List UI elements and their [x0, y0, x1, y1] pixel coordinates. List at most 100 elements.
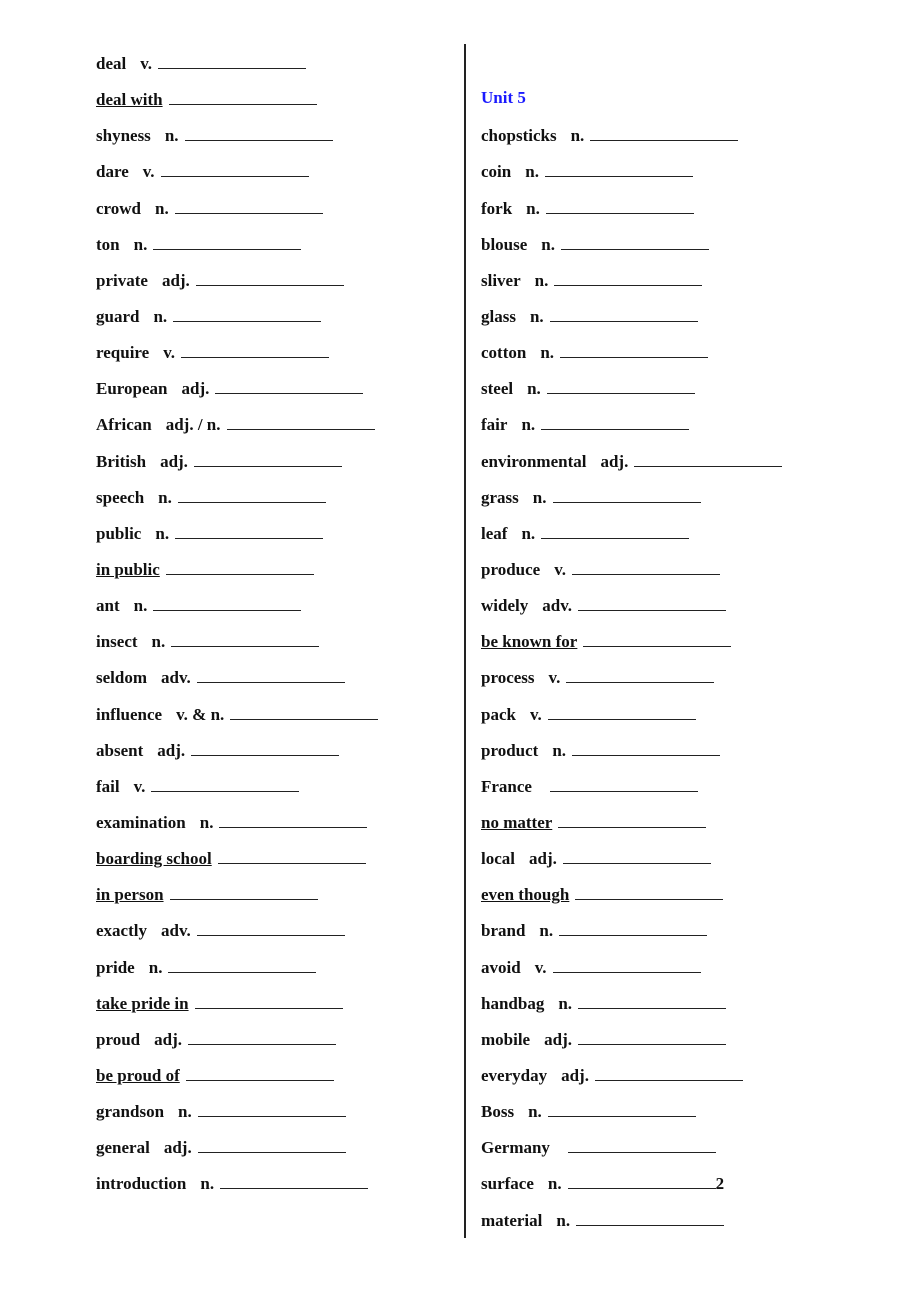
answer-blank[interactable]	[578, 992, 727, 1009]
answer-blank[interactable]	[566, 666, 715, 684]
answer-blank[interactable]	[545, 197, 694, 214]
part-of-speech: adv.	[161, 668, 191, 688]
answer-blank[interactable]	[151, 775, 300, 792]
answer-blank[interactable]	[181, 341, 330, 359]
vocab-item: require v.	[96, 341, 378, 377]
answer-blank[interactable]	[549, 305, 698, 322]
answer-blank[interactable]	[187, 1028, 336, 1045]
answer-blank[interactable]	[153, 233, 302, 250]
vocab-item: in person	[96, 883, 378, 919]
vocab-item: environmental adj.	[481, 450, 783, 486]
part-of-speech: v.	[548, 668, 561, 688]
answer-blank[interactable]	[230, 703, 379, 720]
part-of-speech: n.	[133, 596, 148, 616]
answer-blank[interactable]	[541, 522, 690, 539]
vocab-word: leaf	[481, 523, 508, 543]
answer-blank[interactable]	[158, 52, 307, 69]
part-of-speech: n.	[547, 1174, 562, 1194]
vocab-item: no matter	[481, 811, 782, 847]
vocab-word: glass	[481, 306, 516, 326]
vocab-item: produce v.	[481, 558, 782, 594]
answer-blank[interactable]	[194, 992, 343, 1009]
vocab-word: insect	[96, 632, 138, 652]
part-of-speech: adj.	[160, 451, 188, 471]
answer-blank[interactable]	[549, 775, 698, 792]
answer-blank[interactable]	[562, 847, 711, 865]
answer-blank[interactable]	[169, 883, 318, 901]
vocab-word: everyday	[481, 1065, 548, 1085]
answer-blank[interactable]	[219, 811, 368, 828]
answer-blank[interactable]	[191, 739, 340, 756]
vocab-item: chopsticks n.	[481, 124, 782, 160]
part-of-speech: n.	[199, 812, 214, 832]
vocab-word: local	[481, 849, 515, 869]
answer-blank[interactable]	[217, 847, 366, 865]
part-of-speech: adj.	[154, 1029, 182, 1049]
answer-blank[interactable]	[215, 377, 364, 395]
vocab-word: ton	[96, 234, 120, 254]
answer-blank[interactable]	[196, 919, 345, 937]
vocab-word: cotton	[481, 343, 527, 363]
answer-blank[interactable]	[153, 594, 302, 612]
answer-blank[interactable]	[552, 486, 701, 503]
answer-blank[interactable]	[560, 341, 709, 359]
part-of-speech: adv.	[160, 921, 191, 941]
vocab-item: mobile adj.	[481, 1028, 782, 1064]
vocab-item: introduction n.	[96, 1172, 378, 1208]
answer-blank[interactable]	[558, 811, 707, 828]
answer-blank[interactable]	[567, 1172, 716, 1190]
answer-blank[interactable]	[572, 739, 721, 756]
part-of-speech: n.	[529, 306, 544, 326]
answer-blank[interactable]	[552, 956, 701, 973]
answer-blank[interactable]	[185, 1064, 334, 1081]
part-of-speech: n.	[541, 234, 556, 254]
vocab-item: fair n.	[481, 413, 782, 449]
answer-blank[interactable]	[197, 1100, 346, 1118]
answer-blank[interactable]	[160, 160, 309, 178]
answer-blank[interactable]	[175, 522, 324, 539]
answer-blank[interactable]	[544, 160, 693, 178]
answer-blank[interactable]	[546, 377, 695, 395]
answer-blank[interactable]	[547, 703, 696, 720]
answer-blank[interactable]	[173, 305, 322, 322]
vocab-item: pride n.	[96, 956, 378, 992]
answer-blank[interactable]	[575, 883, 724, 901]
vocab-word: general	[96, 1138, 150, 1158]
answer-blank[interactable]	[168, 88, 317, 106]
answer-blank[interactable]	[177, 486, 326, 503]
answer-blank[interactable]	[590, 124, 739, 142]
vocab-word: ant	[96, 596, 120, 616]
answer-blank[interactable]	[184, 124, 333, 142]
answer-blank[interactable]	[541, 413, 690, 431]
answer-blank[interactable]	[168, 956, 317, 973]
part-of-speech: adj.	[561, 1065, 589, 1085]
answer-blank[interactable]	[576, 1209, 725, 1226]
vocab-item: even though	[481, 883, 782, 919]
answer-blank[interactable]	[547, 1100, 696, 1118]
answer-blank[interactable]	[583, 630, 732, 648]
part-of-speech: n.	[570, 126, 585, 146]
answer-blank[interactable]	[226, 413, 375, 431]
answer-blank[interactable]	[594, 1064, 743, 1081]
answer-blank[interactable]	[578, 594, 727, 612]
answer-blank[interactable]	[196, 666, 345, 684]
answer-blank[interactable]	[193, 450, 342, 467]
answer-blank[interactable]	[195, 269, 344, 286]
answer-blank[interactable]	[171, 630, 320, 648]
vocab-item: widely adv.	[481, 594, 782, 630]
column-divider	[464, 44, 466, 1238]
answer-blank[interactable]	[220, 1172, 369, 1190]
answer-blank[interactable]	[165, 558, 314, 575]
answer-blank[interactable]	[577, 1028, 726, 1045]
answer-blank[interactable]	[567, 1136, 716, 1154]
answer-blank[interactable]	[561, 233, 710, 250]
vocab-word: fork	[481, 198, 513, 218]
part-of-speech: n.	[528, 1102, 542, 1122]
answer-blank[interactable]	[634, 450, 783, 467]
vocab-word: in person	[96, 885, 164, 905]
answer-blank[interactable]	[197, 1136, 346, 1154]
answer-blank[interactable]	[559, 919, 708, 937]
answer-blank[interactable]	[174, 197, 323, 214]
answer-blank[interactable]	[572, 558, 721, 575]
answer-blank[interactable]	[554, 269, 703, 286]
